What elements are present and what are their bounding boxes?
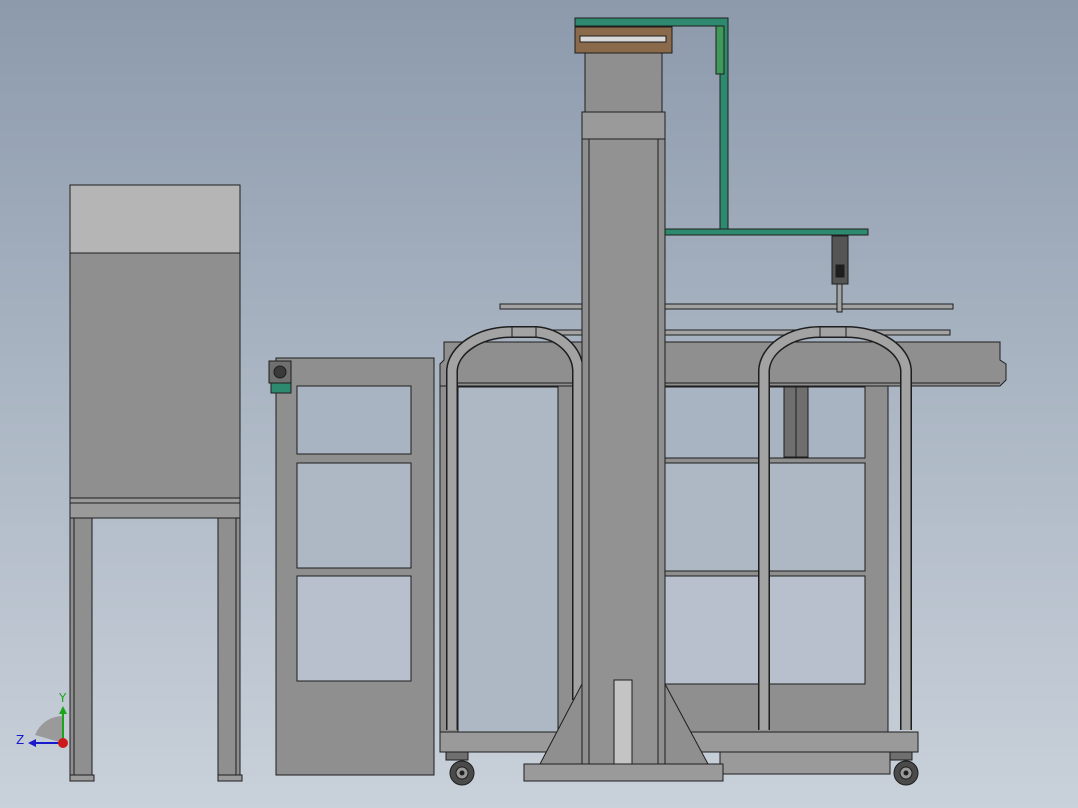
triad-x-origin [58,738,68,748]
cabinet-body [69,252,241,499]
caster-right [889,751,919,786]
top-clamp-slot [579,35,667,43]
triad-z-arrow [28,739,36,747]
cabinet-top-panel [69,184,241,254]
column-base-plate [523,763,724,782]
frame-window-2 [296,462,412,569]
leg-foot-right [217,774,243,782]
sensor-lens [273,365,287,379]
caster-left [445,751,475,786]
column-inner-shaft [588,138,659,770]
frame-window-1 [296,385,412,455]
triad-sector [35,715,63,743]
middle-frame-panel[interactable] [268,357,435,776]
table-window-left [457,386,559,733]
leg-foot-left [69,774,95,782]
gripper[interactable] [831,235,849,313]
green-bracket-arm [664,228,869,236]
gripper-jaw [835,264,845,278]
column-collar [581,111,666,140]
frame-window-3 [296,575,412,682]
triad-y-label: Y [58,691,67,705]
cabinet-leg-left [69,517,93,781]
column-upper [584,51,663,113]
view-triad[interactable]: Y Z [16,691,68,748]
conveyor-rails [499,303,954,336]
green-bracket-plate [715,25,725,75]
caster-right-mount [889,751,913,761]
cabinet-base-rail [69,497,241,519]
column-slot [613,679,633,766]
table-lower-rail [719,751,891,775]
cabinet-leg-right [217,517,241,781]
main-table[interactable] [439,341,1007,775]
sensor-mount [270,382,292,394]
triad-y-arrow [59,706,67,714]
left-cabinet[interactable] [69,184,243,782]
gripper-rod [836,283,843,313]
cad-graphics-viewport[interactable]: Y Z [0,0,1078,808]
table-top [439,341,1007,387]
triad-z-label: Z [16,733,24,747]
